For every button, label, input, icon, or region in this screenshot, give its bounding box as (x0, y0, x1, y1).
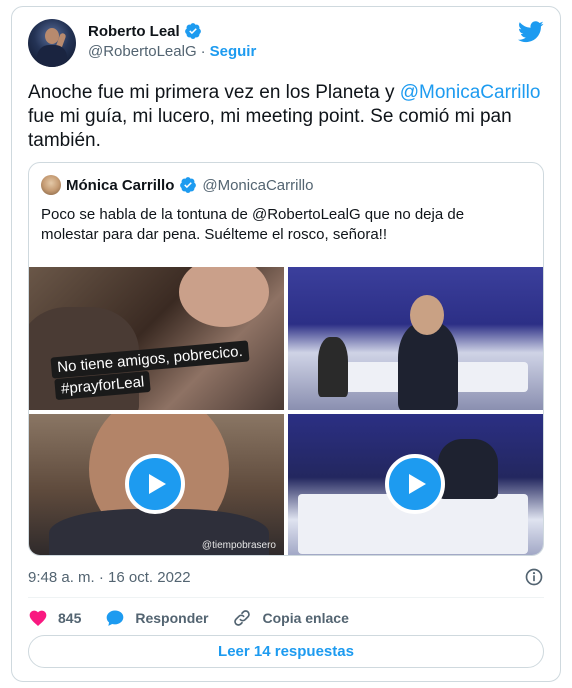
media-grid: No tiene amigos, pobrecico. #prayforLeal… (29, 267, 543, 555)
author-name[interactable]: Roberto Leal (88, 23, 180, 40)
copy-link-button[interactable]: Copia enlace (232, 608, 349, 628)
quoted-avatar[interactable] (41, 175, 61, 195)
play-icon (149, 474, 166, 494)
timestamp[interactable]: 9:48 a. m. · 16 oct. 2022 (28, 569, 191, 586)
quoted-tweet[interactable]: Mónica Carrillo @MonicaCarrillo Poco se … (28, 162, 544, 556)
dot-separator: · (200, 43, 206, 60)
avatar-torso (37, 45, 67, 67)
author-handle[interactable]: @RobertoLealG (88, 43, 197, 60)
tweet-text-part1: Anoche fue mi primera vez en los Planeta… (28, 82, 400, 103)
copy-link-label: Copia enlace (262, 610, 349, 626)
avatar[interactable] (28, 19, 76, 67)
play-button[interactable] (125, 454, 185, 514)
link-icon (234, 610, 251, 626)
photo-person-shape (398, 322, 458, 410)
like-count: 845 (58, 610, 82, 626)
quoted-author-handle[interactable]: @MonicaCarrillo (202, 177, 313, 194)
quoted-author-name[interactable]: Mónica Carrillo (66, 177, 174, 194)
author-handle-row: @RobertoLealG · Seguir (88, 43, 256, 60)
info-icon[interactable] (524, 567, 544, 587)
verified-badge-icon (184, 23, 201, 39)
heart-icon (29, 610, 47, 626)
photo-head-shape (410, 295, 444, 335)
video-watermark: @tiempobrasero (201, 540, 276, 551)
quoted-header: Mónica Carrillo @MonicaCarrillo (41, 175, 313, 195)
play-icon (409, 474, 426, 494)
author-name-row: Roberto Leal (88, 22, 202, 40)
photo-camera-shape (318, 337, 348, 397)
reply-label: Responder (135, 610, 209, 626)
media-video-2[interactable] (288, 414, 543, 555)
timestamp-row: 9:48 a. m. · 16 oct. 2022 (28, 566, 544, 588)
mention-link[interactable]: @MonicaCarrillo (400, 82, 541, 103)
quoted-text: Poco se habla de la tontuna de @RobertoL… (41, 206, 465, 243)
verified-badge-icon (180, 177, 197, 193)
divider (28, 597, 544, 598)
tweet-header: Roberto Leal @RobertoLealG · Seguir (28, 19, 544, 69)
tweet-text: Anoche fue mi primera vez en los Planeta… (28, 81, 548, 153)
video-person-shape (438, 439, 498, 499)
media-photo-1[interactable]: No tiene amigos, pobrecico. #prayforLeal (29, 267, 284, 410)
photo-face-shape (179, 267, 269, 327)
media-photo-2[interactable] (288, 267, 543, 410)
reply-button[interactable]: Responder (105, 608, 208, 628)
follow-button[interactable]: Seguir (210, 43, 257, 60)
tweet-card: Roberto Leal @RobertoLealG · Seguir Anoc… (11, 6, 561, 682)
like-button[interactable]: 845 (28, 608, 81, 628)
media-video-1[interactable]: @tiempobrasero (29, 414, 284, 555)
action-bar: 845 Responder Copia enlace (28, 603, 349, 633)
play-button[interactable] (385, 454, 445, 514)
read-replies-button[interactable]: Leer 14 respuestas (28, 635, 544, 668)
twitter-bird-icon[interactable] (518, 21, 544, 43)
tweet-text-part2: fue mi guía, mi lucero, mi meeting point… (28, 106, 512, 151)
reply-bubble-icon (107, 610, 124, 626)
